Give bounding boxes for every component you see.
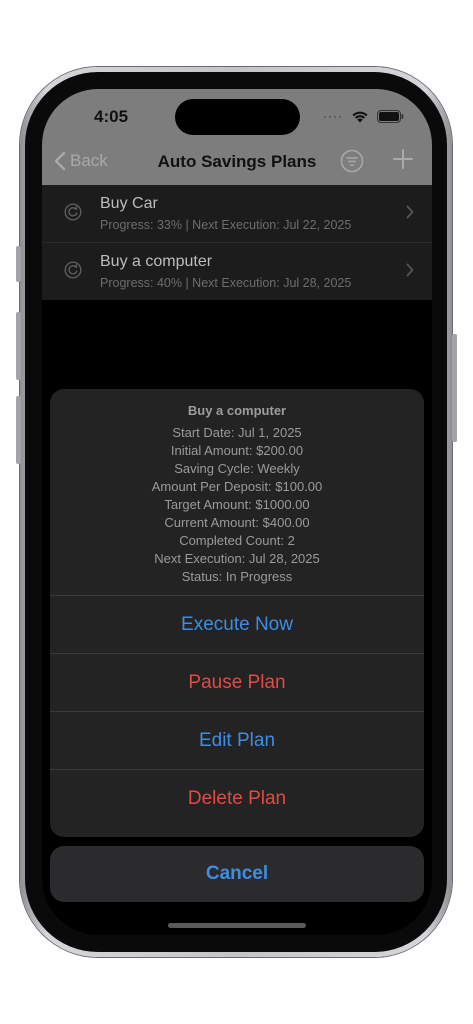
edit-plan-button[interactable]: Edit Plan <box>50 711 424 769</box>
detail-saving-cycle: Saving Cycle: Weekly <box>174 461 300 476</box>
dynamic-island <box>175 99 300 135</box>
filter-button[interactable] <box>340 149 364 178</box>
battery-icon <box>377 109 404 123</box>
plan-details: Buy a computer Start Date: Jul 1, 2025 I… <box>50 389 424 595</box>
plan-row[interactable]: Buy a computer Progress: 40% | Next Exec… <box>42 243 432 300</box>
execute-now-button[interactable]: Execute Now <box>50 595 424 653</box>
chevron-right-icon <box>406 205 414 219</box>
status-icons: ···· <box>323 109 404 123</box>
filter-icon <box>340 149 364 173</box>
detail-target-amount: Target Amount: $1000.00 <box>164 497 310 512</box>
volume-down-button <box>16 396 21 464</box>
plan-row[interactable]: Buy Car Progress: 33% | Next Execution: … <box>42 185 432 243</box>
plan-name: Buy Car <box>100 195 158 212</box>
delete-plan-button[interactable]: Delete Plan <box>50 769 424 827</box>
plans-list: Buy Car Progress: 33% | Next Execution: … <box>42 185 432 300</box>
plan-subtitle: Progress: 40% | Next Execution: Jul 28, … <box>100 276 352 290</box>
chevron-right-icon <box>406 263 414 277</box>
detail-start-date: Start Date: Jul 1, 2025 <box>172 425 302 440</box>
sheet-title: Buy a computer <box>187 403 287 418</box>
detail-completed-count: Completed Count: 2 <box>179 533 295 548</box>
cycle-icon <box>64 261 82 279</box>
page-title: Auto Savings Plans <box>157 152 317 171</box>
plan-action-sheet: Buy a computer Start Date: Jul 1, 2025 I… <box>50 389 424 837</box>
action-button <box>16 246 21 282</box>
wifi-icon <box>352 111 368 122</box>
detail-current-amount: Current Amount: $400.00 <box>164 515 310 530</box>
detail-amount-per-deposit: Amount Per Deposit: $100.00 <box>151 479 323 494</box>
power-button <box>452 334 457 442</box>
plan-subtitle: Progress: 33% | Next Execution: Jul 22, … <box>100 218 352 232</box>
screen: 4:05 ···· Back Auto Savings Plans Buy Ca… <box>42 89 432 935</box>
detail-next-execution: Next Execution: Jul 28, 2025 <box>154 551 320 566</box>
top-bar: 4:05 ···· Back Auto Savings Plans <box>42 89 432 185</box>
plan-name: Buy a computer <box>100 253 213 270</box>
pause-plan-button[interactable]: Pause Plan <box>50 653 424 711</box>
detail-status: Status: In Progress <box>181 569 293 584</box>
cellular-signal: ···· <box>323 109 343 123</box>
add-plan-button[interactable] <box>392 148 414 175</box>
plus-icon <box>393 149 413 169</box>
detail-initial-amount: Initial Amount: $200.00 <box>170 443 304 458</box>
cycle-icon <box>64 203 82 221</box>
cancel-button[interactable]: Cancel <box>50 846 424 902</box>
home-indicator[interactable] <box>168 923 306 928</box>
status-time: 4:05 <box>94 107 129 126</box>
volume-up-button <box>16 312 21 380</box>
